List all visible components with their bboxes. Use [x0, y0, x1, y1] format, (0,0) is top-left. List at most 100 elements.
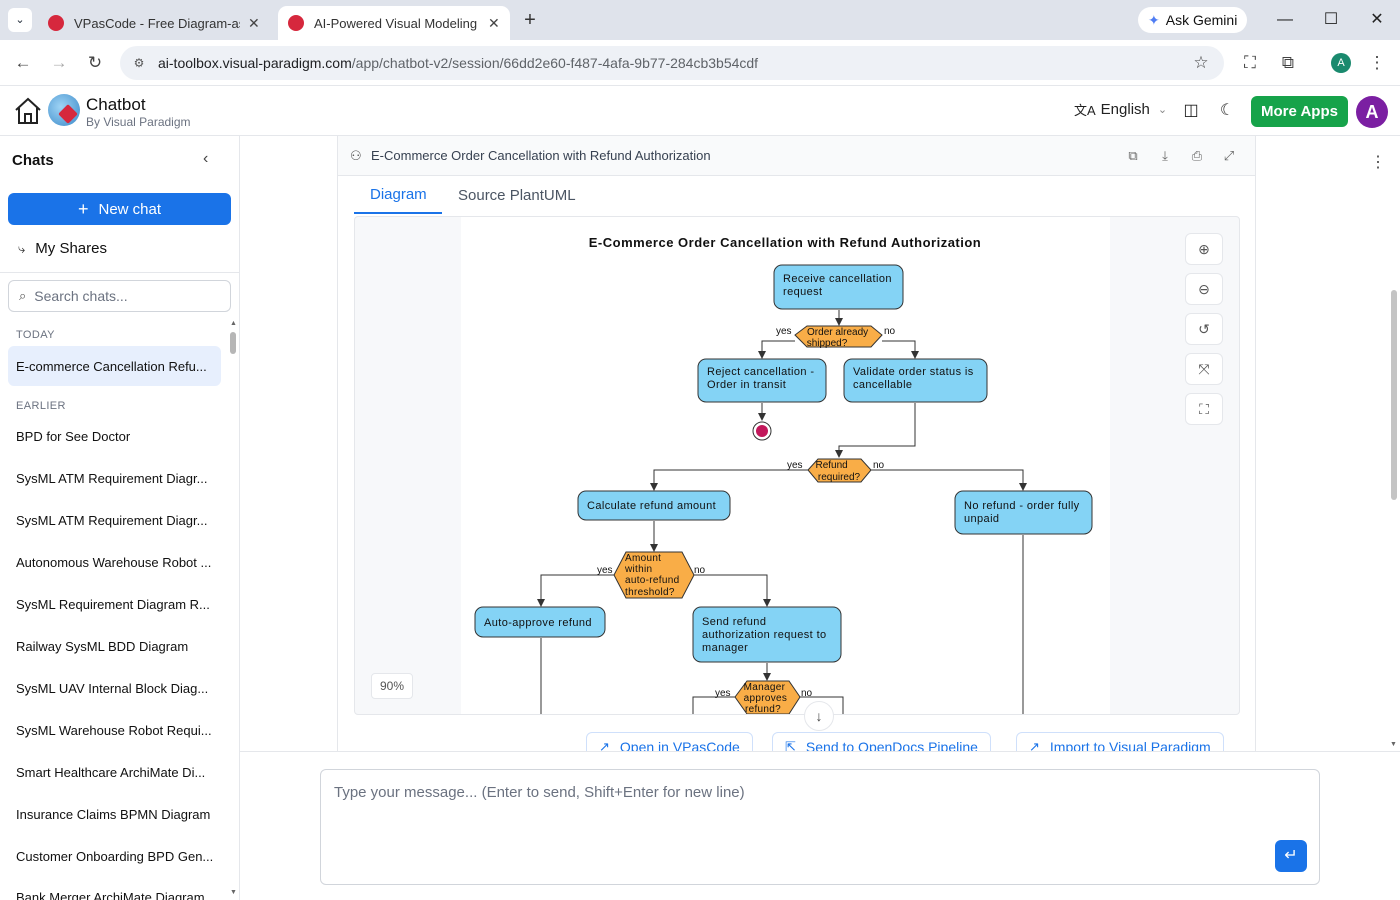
reset-view-icon[interactable]: ↺ — [1185, 313, 1223, 345]
import-to-visual-paradigm-button[interactable]: ↗ Import to Visual Paradigm — [1016, 732, 1224, 751]
open-in-vpascode-button[interactable]: ↗ Open in VPasCode — [586, 732, 753, 751]
chat-item[interactable]: Autonomous Warehouse Robot ... — [8, 542, 221, 582]
diagram-card-title: E-Commerce Order Cancellation with Refun… — [371, 148, 711, 163]
ask-gemini-button[interactable]: ✦ Ask Gemini — [1138, 7, 1248, 33]
main-scrollbar[interactable] — [1391, 290, 1397, 500]
zoom-out-icon[interactable]: ⊖ — [1185, 273, 1223, 305]
diagram-canvas[interactable]: E-Commerce Order Cancellation with Refun… — [354, 216, 1240, 715]
edge-label-no: no — [801, 688, 813, 699]
external-link-icon: ↗ — [1029, 739, 1040, 751]
import-to-vp-label: Import to Visual Paradigm — [1049, 739, 1211, 751]
chat-item[interactable]: Railway SysML BDD Diagram — [8, 626, 221, 666]
scroll-down-arrow[interactable]: ▼ — [1390, 741, 1397, 748]
scroll-down-arrow[interactable]: ▼ — [230, 889, 237, 896]
search-chats-input[interactable]: ⌕ Search chats... — [8, 280, 231, 312]
zoom-in-icon[interactable]: ⊕ — [1185, 233, 1223, 265]
chat-item[interactable]: SysML Requirement Diagram R... — [8, 584, 221, 624]
fullscreen-icon[interactable]: ⛶ — [1185, 393, 1223, 425]
layout-toggle-icon[interactable]: ◫ — [1181, 101, 1201, 121]
dark-mode-icon[interactable]: ☾ — [1217, 101, 1237, 121]
close-tab-icon[interactable]: ✕ — [248, 15, 260, 32]
export-file-icon[interactable]: ⎙ — [1188, 147, 1206, 165]
edge-label-no: no — [873, 460, 885, 471]
search-icon: ⌕ — [19, 288, 27, 303]
download-icon[interactable]: ⤓ — [1156, 147, 1174, 165]
main-panel: ⚇ E-Commerce Order Cancellation with Ref… — [240, 136, 1400, 900]
close-tab-icon[interactable]: ✕ — [488, 15, 500, 32]
back-icon[interactable]: ← — [11, 51, 35, 75]
chat-item[interactable]: Insurance Claims BPMN Diagram — [8, 794, 221, 834]
tab-search-button[interactable]: ⌄ — [8, 8, 32, 32]
collapse-sidebar-icon[interactable]: ‹ — [203, 150, 208, 168]
diagram-title: E-Commerce Order Cancellation with Refun… — [589, 235, 982, 250]
my-shares-label: My Shares — [35, 240, 107, 257]
screenshot-icon[interactable]: ⛶ — [1238, 51, 1262, 75]
minimize-window-icon[interactable]: — — [1272, 8, 1298, 32]
tab-title: VPasCode - Free Diagram-as-Code — [74, 15, 240, 31]
browser-tab-vpascode[interactable]: VPasCode - Free Diagram-as-Code ✕ — [38, 6, 274, 40]
active-tab-indicator — [354, 212, 442, 214]
ask-gemini-label: Ask Gemini — [1165, 12, 1238, 28]
scroll-up-arrow[interactable]: ▲ — [230, 320, 237, 327]
home-icon[interactable] — [12, 95, 44, 127]
new-tab-button[interactable]: + — [518, 8, 542, 32]
sidebar-title: Chats — [12, 152, 54, 169]
sidebar-scrollbar[interactable] — [230, 332, 236, 354]
chat-item[interactable]: SysML ATM Requirement Diagr... — [8, 458, 221, 498]
vp-favicon-icon — [48, 15, 64, 31]
section-today: TODAY — [16, 329, 55, 341]
external-link-icon: ↗ — [599, 739, 610, 751]
chat-item[interactable]: Customer Onboarding BPD Gen... — [8, 836, 221, 876]
diagram-icon: ⚇ — [350, 148, 362, 163]
edge-label-yes: yes — [776, 326, 792, 337]
send-button[interactable]: ↵ — [1275, 840, 1307, 872]
bookmark-star-icon[interactable]: ☆ — [1189, 51, 1213, 75]
copy-icon[interactable]: ⧉ — [1124, 147, 1142, 165]
more-options-icon[interactable]: ⋮ — [1370, 152, 1386, 172]
edge-label-no: no — [884, 326, 896, 337]
fit-to-screen-icon[interactable]: ⤧ — [1185, 353, 1223, 385]
url-host: ai-toolbox.visual-paradigm.com — [158, 55, 352, 71]
address-bar[interactable]: ⚙ ai-toolbox.visual-paradigm.com/app/cha… — [120, 46, 1224, 80]
extensions-icon[interactable]: ⧉ — [1276, 51, 1300, 75]
chat-item[interactable]: BPD for See Doctor — [8, 416, 221, 456]
browser-tab-chatbot[interactable]: AI-Powered Visual Modeling Chatbot ✕ — [278, 6, 510, 40]
send-to-opendocs-button[interactable]: ⇱ Send to OpenDocs Pipeline — [772, 732, 991, 751]
language-selector[interactable]: 文A English ⌄ — [1074, 100, 1167, 119]
tab-source-plantuml[interactable]: Source PlantUML — [458, 187, 576, 204]
maximize-window-icon[interactable]: ☐ — [1318, 8, 1344, 32]
chat-item-active[interactable]: E-commerce Cancellation Refu... — [8, 346, 221, 386]
new-chat-button[interactable]: + New chat — [8, 193, 231, 225]
chat-content: ⚇ E-Commerce Order Cancellation with Ref… — [240, 136, 1400, 751]
diagram-card: ⚇ E-Commerce Order Cancellation with Ref… — [337, 136, 1256, 751]
more-apps-button[interactable]: More Apps — [1251, 96, 1348, 127]
forward-icon[interactable]: → — [47, 51, 71, 75]
chat-item[interactable]: SysML UAV Internal Block Diag... — [8, 668, 221, 708]
chat-item[interactable]: SysML Warehouse Robot Requi... — [8, 710, 221, 750]
close-window-icon[interactable]: ✕ — [1364, 8, 1390, 32]
reload-icon[interactable]: ↻ — [83, 51, 107, 75]
site-info-icon[interactable]: ⚙ — [130, 54, 148, 72]
url-path: /app/chatbot-v2/session/66dd2e60-f487-4a… — [351, 55, 759, 71]
open-in-vpascode-label: Open in VPasCode — [619, 739, 740, 751]
message-input[interactable]: Type your message... (Enter to send, Shi… — [320, 769, 1320, 885]
activity-auto-approve-label: Auto-approve refund — [484, 617, 592, 629]
translate-icon: 文A — [1074, 103, 1096, 118]
chat-item[interactable]: SysML ATM Requirement Diagr... — [8, 500, 221, 540]
chat-item[interactable]: Smart Healthcare ArchiMate Di... — [8, 752, 221, 792]
edge-label-yes: yes — [715, 688, 731, 699]
tab-diagram[interactable]: Diagram — [370, 186, 427, 203]
folder-send-icon: ⇱ — [785, 739, 796, 751]
scroll-to-bottom-button[interactable]: ↓ — [804, 701, 834, 731]
expand-icon[interactable]: ⤢ — [1220, 147, 1238, 165]
divider — [0, 272, 239, 273]
gemini-spark-icon: ✦ — [1148, 11, 1160, 28]
user-avatar[interactable]: A — [1356, 96, 1388, 128]
chat-item[interactable]: Bank Merger ArchiMate Diagram — [8, 877, 221, 900]
browser-menu-icon[interactable]: ⋮ — [1365, 51, 1389, 75]
browser-profile-avatar[interactable]: A — [1331, 53, 1351, 73]
my-shares-link[interactable]: ⤷ My Shares — [18, 240, 107, 257]
composer-area: Type your message... (Enter to send, Shi… — [240, 751, 1400, 900]
app-title: Chatbot — [86, 95, 146, 114]
plus-icon: + — [77, 198, 89, 219]
